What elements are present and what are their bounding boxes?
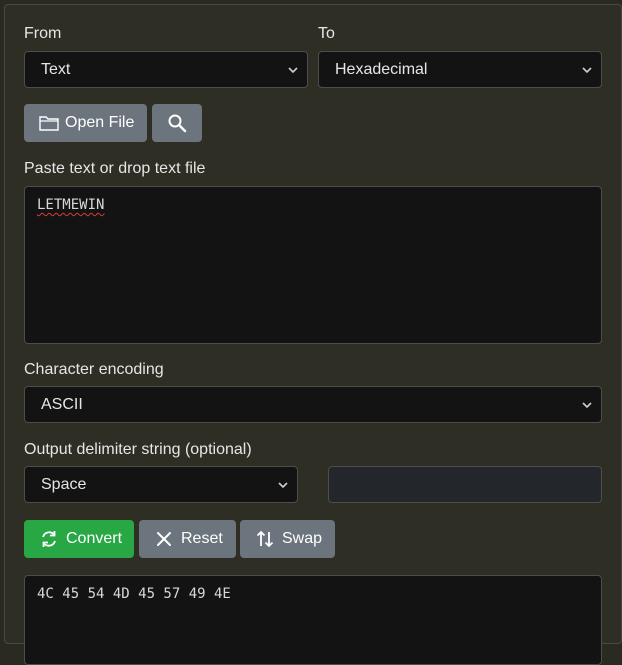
to-label: To	[318, 25, 335, 42]
chevron-down-icon	[582, 67, 592, 74]
encoding-label: Character encoding	[24, 361, 164, 378]
delimiter-label: Output delimiter string (optional)	[24, 441, 252, 458]
convert-label: Convert	[66, 530, 123, 547]
folder-icon	[38, 112, 60, 134]
open-file-button[interactable]: Open File	[24, 104, 147, 142]
from-select-value: Text	[41, 61, 71, 78]
output-value: 4C 45 54 4D 45 57 49 4E	[37, 586, 231, 602]
magnifier-icon	[166, 112, 188, 134]
chevron-down-icon	[582, 402, 592, 409]
refresh-icon	[38, 528, 60, 550]
chevron-down-icon	[288, 67, 298, 74]
delimiter-select-value: Space	[41, 476, 87, 493]
from-select[interactable]: Text	[24, 51, 308, 88]
input-label: Paste text or drop text file	[24, 160, 206, 177]
convert-button[interactable]: Convert	[24, 520, 134, 558]
swap-label: Swap	[282, 530, 323, 547]
swap-vertical-icon	[254, 528, 276, 550]
close-icon	[153, 528, 175, 550]
delimiter-custom-input[interactable]	[328, 466, 602, 503]
converter-panel: From Text To Hexadecimal Open File Paste…	[4, 4, 622, 665]
output-textarea[interactable]: 4C 45 54 4D 45 57 49 4E	[24, 575, 602, 665]
reset-label: Reset	[181, 530, 223, 547]
open-file-label: Open File	[65, 114, 135, 131]
encoding-select-value: ASCII	[41, 396, 83, 413]
search-button[interactable]	[152, 104, 202, 142]
from-label: From	[24, 25, 62, 42]
to-select[interactable]: Hexadecimal	[318, 51, 602, 88]
delimiter-select[interactable]: Space	[24, 466, 298, 503]
reset-button[interactable]: Reset	[139, 520, 236, 558]
chevron-down-icon	[278, 482, 288, 489]
swap-button[interactable]: Swap	[240, 520, 335, 558]
to-select-value: Hexadecimal	[335, 61, 428, 78]
encoding-select[interactable]: ASCII	[24, 386, 602, 423]
input-textarea[interactable]: LETMEWIN	[24, 186, 602, 344]
input-value: LETMEWIN	[37, 197, 105, 213]
